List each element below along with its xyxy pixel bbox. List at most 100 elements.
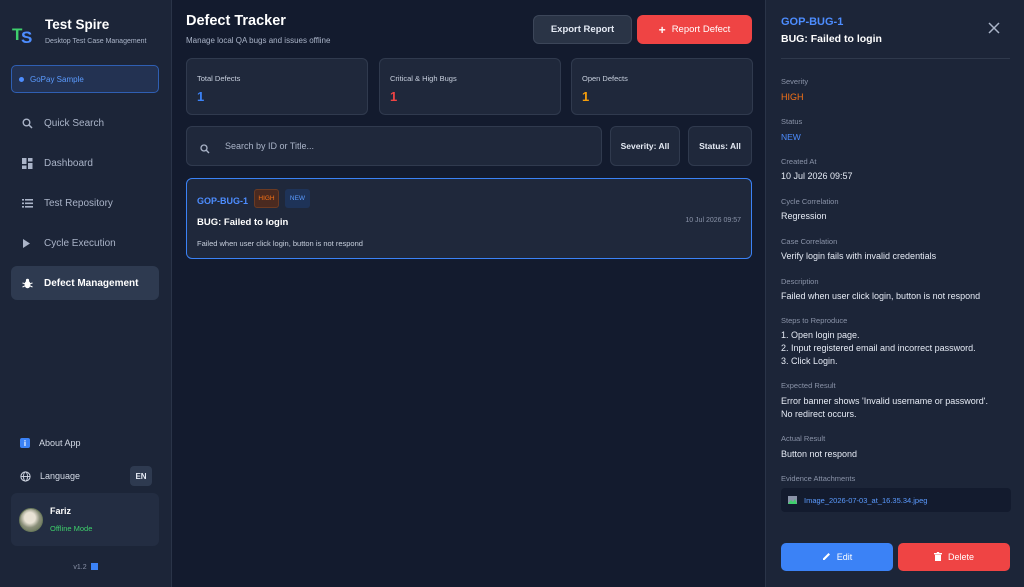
- divider: [781, 58, 1010, 59]
- image-icon: [788, 496, 797, 504]
- expected-value: Error banner shows 'Invalid username or …: [781, 395, 1016, 421]
- info-icon: i: [20, 438, 30, 448]
- search-icon: [200, 141, 210, 154]
- sidebar-footer: i About App Language EN Fariz Offline Mo…: [0, 432, 171, 546]
- status-label: Status: [781, 117, 803, 126]
- play-icon: [21, 237, 33, 249]
- detail-title: BUG: Failed to login: [781, 33, 882, 45]
- defect-title: BUG: Failed to login: [197, 217, 289, 228]
- plus-icon: +: [658, 22, 666, 37]
- bug-icon: [21, 277, 33, 289]
- svg-text:S: S: [21, 28, 32, 46]
- severity-filter[interactable]: Severity: All: [610, 126, 680, 166]
- avatar: [19, 507, 43, 532]
- grid-icon: [21, 157, 33, 169]
- sidebar-item-label: Cycle Execution: [44, 237, 116, 249]
- search-input[interactable]: [225, 141, 595, 151]
- status-badge: NEW: [285, 189, 310, 208]
- app-subtitle: Desktop Test Case Management: [45, 38, 147, 45]
- stat-value: 1: [582, 89, 590, 104]
- trash-icon: [933, 551, 942, 563]
- user-name: Fariz: [50, 506, 72, 516]
- status-value: NEW: [781, 132, 801, 142]
- export-report-button[interactable]: Export Report: [533, 15, 632, 44]
- language-toggle-button[interactable]: EN: [130, 466, 152, 486]
- list-icon: [21, 197, 33, 209]
- attachment-filename: Image_2026-07-03_at_16.35.34.jpeg: [804, 495, 928, 505]
- edit-label: Edit: [836, 552, 853, 562]
- edit-button[interactable]: Edit: [781, 543, 893, 571]
- language-row: Language EN: [0, 465, 171, 487]
- severity-value: HIGH: [781, 92, 804, 102]
- created-label: Created At: [781, 157, 817, 166]
- steps-value: 1. Open login page. 2. Input registered …: [781, 329, 1016, 368]
- sidebar-item-defect-management[interactable]: Defect Management: [11, 266, 159, 300]
- brand: T S Test Spire Desktop Test Case Managem…: [0, 0, 171, 56]
- stat-label: Critical & High Bugs: [390, 74, 457, 83]
- search-icon: [21, 117, 33, 129]
- stat-critical-high: Critical & High Bugs 1: [379, 58, 561, 115]
- user-status: Offline Mode: [50, 524, 93, 533]
- defect-description: Failed when user click login, button is …: [197, 239, 363, 248]
- sidebar: T S Test Spire Desktop Test Case Managem…: [0, 0, 172, 587]
- actual-value: Button not respond: [781, 449, 858, 459]
- update-icon: [90, 563, 98, 570]
- project-name: GoPay Sample: [30, 74, 84, 84]
- actual-label: Actual Result: [781, 434, 826, 443]
- expected-line: Error banner shows 'Invalid username or …: [781, 396, 989, 406]
- stat-label: Total Defects: [197, 74, 241, 83]
- defect-card[interactable]: GOP-BUG-1 HIGH NEW BUG: Failed to login …: [186, 178, 752, 259]
- cycle-label: Cycle Correlation: [781, 197, 839, 206]
- defect-date: 10 Jul 2026 09:57: [685, 217, 741, 224]
- status-filter[interactable]: Status: All: [688, 126, 752, 166]
- about-label: About App: [39, 438, 81, 448]
- project-dot-icon: [19, 76, 24, 82]
- report-defect-button[interactable]: + Report Defect: [637, 15, 752, 44]
- stat-value: 1: [197, 89, 205, 104]
- page-title: Defect Tracker: [186, 13, 286, 29]
- project-selector[interactable]: GoPay Sample: [11, 65, 159, 93]
- sidebar-item-quick-search[interactable]: Quick Search: [11, 106, 159, 140]
- sidebar-item-label: Quick Search: [44, 117, 105, 129]
- globe-icon: [20, 470, 31, 482]
- sidebar-item-label: Defect Management: [44, 277, 139, 289]
- detail-id: GOP-BUG-1: [781, 16, 844, 28]
- sidebar-item-label: Test Repository: [44, 197, 113, 209]
- version-text: v1.2: [73, 564, 87, 571]
- user-card[interactable]: Fariz Offline Mode: [11, 493, 159, 546]
- step-line: 3. Click Login.: [781, 356, 838, 366]
- sidebar-item-cycle-execution[interactable]: Cycle Execution: [11, 226, 159, 260]
- attachments-label: Evidence Attachments: [781, 474, 856, 483]
- about-app-link[interactable]: i About App: [0, 432, 171, 454]
- severity-label: Severity: [781, 77, 809, 86]
- stat-total-defects: Total Defects 1: [186, 58, 368, 115]
- step-line: 2. Input registered email and incorrect …: [781, 343, 976, 353]
- expected-label: Expected Result: [781, 381, 836, 390]
- sidebar-item-test-repository[interactable]: Test Repository: [11, 186, 159, 220]
- stat-open-defects: Open Defects 1: [571, 58, 753, 115]
- step-line: 1. Open login page.: [781, 330, 860, 340]
- stat-value: 1: [390, 89, 398, 104]
- stat-label: Open Defects: [582, 74, 628, 83]
- language-label: Language: [40, 471, 81, 481]
- attachment-link[interactable]: Image_2026-07-03_at_16.35.34.jpeg: [781, 488, 1011, 512]
- version-label: v1.2: [0, 563, 171, 571]
- sidebar-item-dashboard[interactable]: Dashboard: [11, 146, 159, 180]
- defect-detail-panel: GOP-BUG-1 BUG: Failed to login Severity …: [765, 0, 1024, 587]
- expected-line: No redirect occurs.: [781, 409, 857, 419]
- severity-badge: HIGH: [254, 189, 279, 208]
- close-icon[interactable]: [987, 21, 1001, 35]
- main-content: Defect Tracker Manage local QA bugs and …: [172, 0, 765, 587]
- delete-label: Delete: [947, 552, 974, 562]
- app-title: Test Spire: [45, 17, 110, 32]
- page-subtitle: Manage local QA bugs and issues offline: [186, 36, 331, 45]
- sidebar-item-label: Dashboard: [44, 157, 93, 169]
- case-label: Case Correlation: [781, 237, 838, 246]
- sidebar-nav: Quick Search Dashboard Test Repository C…: [0, 106, 171, 300]
- defect-id: GOP-BUG-1: [197, 196, 249, 206]
- description-label: Description: [781, 277, 819, 286]
- case-value: Verify login fails with invalid credenti…: [781, 251, 937, 261]
- search-box: [186, 126, 602, 166]
- delete-button[interactable]: Delete: [898, 543, 1010, 571]
- app-logo-icon: T S: [12, 20, 38, 47]
